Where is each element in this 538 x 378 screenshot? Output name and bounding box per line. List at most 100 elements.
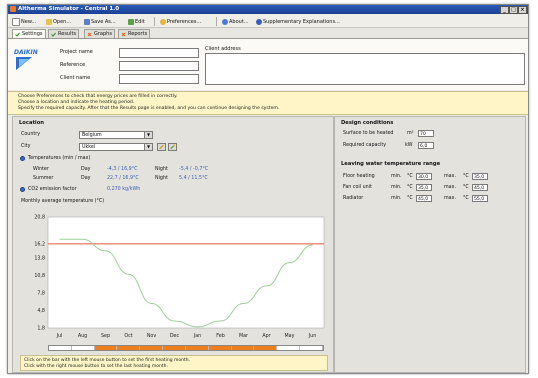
surface-input[interactable]: 70 xyxy=(418,130,434,137)
close-button[interactable]: × xyxy=(518,6,527,14)
open-button[interactable]: Open... xyxy=(46,18,71,25)
heating-month-cell[interactable] xyxy=(49,346,72,350)
heating-month-cell[interactable] xyxy=(231,346,255,350)
unit-label: °C xyxy=(463,185,469,190)
chevron-down-icon: ▼ xyxy=(144,144,152,150)
x-tick-label: Jul xyxy=(56,333,63,339)
edit-city-button[interactable] xyxy=(157,143,166,151)
reference-input[interactable] xyxy=(119,61,199,71)
heating-month-cell[interactable] xyxy=(117,346,141,350)
heating-month-cell[interactable] xyxy=(277,346,301,350)
instructions-box: Choose Preferences to check that energy … xyxy=(8,91,528,115)
floor-heating-min-input[interactable]: 30,0 xyxy=(416,173,432,180)
edit-button[interactable]: Edit xyxy=(128,18,145,25)
design-panel: Design conditions Surface to be heated m… xyxy=(334,116,526,373)
client-name-input[interactable] xyxy=(119,74,199,84)
wand-icon xyxy=(170,144,176,150)
heating-month-cell[interactable] xyxy=(300,346,323,350)
tab-settings-label: Settings xyxy=(22,31,43,37)
x-tick-label: Dec xyxy=(170,333,180,339)
x-tick-label: Oct xyxy=(124,333,132,339)
heating-month-cell[interactable] xyxy=(94,346,118,350)
edit-icon xyxy=(128,18,134,25)
tab-bar: Settings Results Graphs Reports xyxy=(8,28,528,39)
plot-area xyxy=(47,216,325,329)
capacity-input[interactable]: 6,0 xyxy=(418,142,434,149)
heating-period-bar[interactable] xyxy=(48,345,324,351)
y-tick-label: 13,8 xyxy=(34,255,45,261)
minimize-button[interactable]: _ xyxy=(500,6,509,14)
check-icon xyxy=(51,32,56,37)
city-label: City xyxy=(21,144,31,149)
instruction-line: Specify the required capacity. After tha… xyxy=(18,106,280,111)
add-city-button[interactable] xyxy=(168,143,177,151)
edit-button-label: Edit xyxy=(135,18,145,25)
winter-day-value: -4,3 / 16,9°C xyxy=(107,167,138,172)
about-button[interactable]: About... xyxy=(222,18,249,25)
x-tick-label: May xyxy=(285,333,295,339)
client-address-input[interactable] xyxy=(205,53,525,85)
co2-label: CO2 emission factor xyxy=(28,187,77,192)
country-select[interactable]: Belgium ▼ xyxy=(79,131,153,139)
preferences-button[interactable]: Preferences... xyxy=(160,18,201,25)
heating-month-cell[interactable] xyxy=(163,346,186,350)
heating-month-cell[interactable] xyxy=(254,346,278,350)
country-value: Belgium xyxy=(82,133,102,138)
new-button-label: New... xyxy=(21,18,37,25)
co2-value: 0,270 kg/kWh xyxy=(107,187,141,192)
summer-night-value: 5,4 / 11,5°C xyxy=(179,176,208,181)
y-tick-label: 1,8 xyxy=(37,326,45,332)
x-tick-label: Nov xyxy=(147,333,157,339)
leaving-row-label: Fan coil unit xyxy=(343,185,372,190)
y-tick-label: 16,2 xyxy=(34,241,45,247)
winter-day-label: Day xyxy=(81,167,91,172)
project-name-input[interactable] xyxy=(119,48,199,58)
supplementary-explanations-button[interactable]: Supplementary Explanations... xyxy=(256,18,340,25)
preferences-icon xyxy=(160,18,166,25)
toolbar: New... Open... Save As... Edit Preferenc… xyxy=(8,15,528,28)
temperatures-label: Temperatures (min / max) xyxy=(28,156,91,161)
floor-heating-max-input[interactable]: 35,0 xyxy=(472,173,488,180)
co2-radio[interactable] xyxy=(20,187,25,192)
daikin-logo: DAIKIN xyxy=(14,46,44,72)
location-title: Location xyxy=(19,120,44,126)
heating-month-cell[interactable] xyxy=(140,346,164,350)
surface-unit: m² xyxy=(407,131,414,136)
country-label: Country xyxy=(21,132,41,137)
chart-title: Monthly average temperature (°C) xyxy=(21,199,105,204)
fan-coil-min-input[interactable]: 35,0 xyxy=(416,184,432,191)
save-as-button[interactable]: Save As... xyxy=(84,18,116,25)
app-window: Altherma Simulator - Central 1.0 _ □ × N… xyxy=(7,4,529,374)
winter-night-label: Night xyxy=(155,167,168,172)
fan-coil-max-input[interactable]: 45,0 xyxy=(472,184,488,191)
project-name-label: Project name xyxy=(60,49,93,55)
x-tick-label: Mar xyxy=(239,333,248,339)
help-icon xyxy=(256,18,262,25)
new-button[interactable]: New... xyxy=(12,17,37,26)
tab-settings[interactable]: Settings xyxy=(12,29,46,38)
pencil-icon xyxy=(159,144,164,150)
new-file-icon xyxy=(12,17,20,26)
tab-reports[interactable]: Reports xyxy=(118,29,151,38)
tab-results-label: Results xyxy=(58,31,77,37)
maximize-button[interactable]: □ xyxy=(509,6,518,14)
winter-label: Winter xyxy=(33,167,49,172)
instruction-line: Choose Preferences to check that energy … xyxy=(18,94,178,99)
hint-line: Click on the bar with the left mouse but… xyxy=(24,358,191,363)
summer-label: Summer xyxy=(33,176,54,181)
heating-month-cell[interactable] xyxy=(71,346,95,350)
capacity-label: Required capacity xyxy=(343,143,387,148)
temperatures-radio[interactable] xyxy=(20,156,25,161)
x-tick-label: Aug xyxy=(78,333,87,339)
min-label: min. xyxy=(391,174,402,179)
design-title: Design conditions xyxy=(341,120,394,126)
heating-month-cell[interactable] xyxy=(185,346,209,350)
radiator-max-input[interactable]: 55,0 xyxy=(472,195,488,202)
tab-graphs[interactable]: Graphs xyxy=(84,29,115,38)
tab-results[interactable]: Results xyxy=(48,29,80,38)
radiator-min-input[interactable]: 45,0 xyxy=(416,195,432,202)
city-select[interactable]: Ukkel ▼ xyxy=(79,143,153,151)
heating-month-cell[interactable] xyxy=(208,346,232,350)
about-button-label: About... xyxy=(229,18,249,25)
tab-graphs-label: Graphs xyxy=(94,31,112,37)
